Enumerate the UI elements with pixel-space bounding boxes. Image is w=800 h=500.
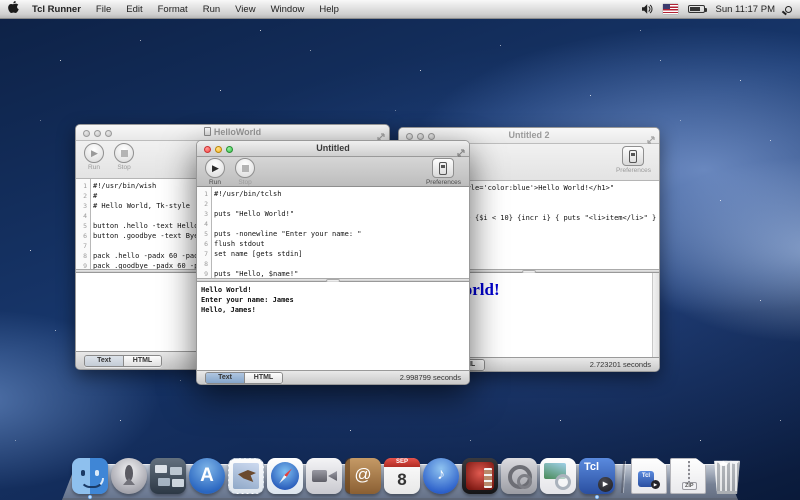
running-indicator (595, 495, 599, 499)
apple-logo-icon (8, 1, 19, 14)
menu-bar: Tcl Runner File Edit Format Run View Win… (0, 0, 800, 19)
safari-icon[interactable] (267, 458, 303, 494)
ical-icon[interactable]: SEP 8 (384, 458, 420, 494)
tab-html[interactable]: HTML (123, 356, 161, 366)
menu-item-format[interactable]: Format (158, 4, 188, 15)
zip-label: ZIP (682, 482, 697, 490)
tcl-runner-app-icon[interactable]: Tcl ▶ (579, 458, 615, 494)
output-line: Hello, James! (201, 305, 469, 315)
code-line: 8 (197, 259, 469, 269)
menu-item-edit[interactable]: Edit (126, 4, 142, 15)
window-title: Untitled (197, 143, 469, 153)
photo-booth-icon[interactable] (462, 458, 498, 494)
execution-time: 2.723201 seconds (590, 360, 651, 369)
code-line: 4 (197, 219, 469, 229)
scrollbar[interactable] (652, 273, 659, 357)
code-line: 9puts "Hello, $name!" (197, 269, 469, 278)
code-line: 5puts -nonewline "Enter your name: " (197, 229, 469, 239)
menu-item-file[interactable]: File (96, 4, 111, 15)
preferences-button[interactable]: Preferences (616, 146, 651, 174)
output-mode-segmented-control[interactable]: Text HTML (84, 355, 162, 367)
volume-icon[interactable] (642, 4, 653, 14)
play-badge-icon: ▶ (651, 480, 660, 489)
run-button[interactable]: ▶Run (84, 143, 104, 171)
document-proxy-icon (204, 127, 211, 136)
output-pane[interactable]: Hello World! Enter your name: James Hell… (197, 282, 469, 370)
stop-icon (242, 165, 249, 172)
play-badge-icon: ▶ (598, 477, 613, 492)
battery-icon[interactable] (688, 5, 705, 13)
spotlight-search-icon[interactable] (785, 6, 792, 13)
finder-icon[interactable] (72, 458, 108, 494)
window-untitled[interactable]: Untitled ▶Run Stop Preferences 1#!/usr/b… (196, 140, 470, 385)
tcl-document-icon[interactable]: Tcl ▶ (631, 458, 667, 494)
play-icon: ▶ (212, 164, 219, 173)
resize-icon[interactable] (647, 131, 655, 149)
menu-item-window[interactable]: Window (271, 4, 305, 15)
launchpad-icon[interactable] (111, 458, 147, 494)
menu-clock[interactable]: Sun 11:17 PM (715, 4, 775, 15)
input-language-flag-icon[interactable] (663, 4, 678, 14)
resize-icon[interactable] (457, 144, 465, 162)
preferences-icon (629, 150, 637, 163)
execution-time: 2.998799 seconds (400, 373, 461, 382)
code-line: 6flush stdout (197, 239, 469, 249)
code-line: 1#!/usr/bin/tclsh (197, 189, 469, 199)
dock-icons-row: A @ SEP 8 ♪ Tcl ▶ Tcl ▶ ZIP (72, 458, 745, 494)
zip-archive-icon[interactable]: ZIP (670, 458, 706, 494)
tcl-app-label: Tcl (584, 461, 599, 473)
menu-item-view[interactable]: View (235, 4, 255, 15)
mail-icon[interactable] (228, 458, 264, 494)
window-title: Untitled 2 (399, 130, 659, 140)
dock-separator (621, 461, 625, 493)
output-line: Hello World! (201, 285, 469, 295)
titlebar[interactable]: Untitled (197, 141, 469, 157)
stop-button[interactable]: Stop (235, 158, 255, 186)
ical-month-label: SEP (384, 458, 420, 467)
stop-icon (121, 150, 128, 157)
bottom-bar: Text HTML 2.998799 seconds (197, 370, 469, 384)
code-line: 2 (197, 199, 469, 209)
preferences-button[interactable]: Preferences (426, 158, 461, 186)
running-indicator (88, 495, 92, 499)
address-book-icon[interactable]: @ (345, 458, 381, 494)
tab-text[interactable]: Text (206, 373, 244, 383)
itunes-icon[interactable]: ♪ (423, 458, 459, 494)
play-icon: ▶ (91, 149, 98, 158)
system-preferences-icon[interactable] (501, 458, 537, 494)
trash-icon[interactable] (709, 458, 745, 494)
app-store-icon[interactable]: A (189, 458, 225, 494)
run-button[interactable]: ▶Run (205, 158, 225, 186)
code-editor[interactable]: 1#!/usr/bin/tclsh 2 3puts "Hello World!"… (197, 187, 469, 278)
menu-item-app[interactable]: Tcl Runner (32, 4, 81, 15)
output-mode-segmented-control[interactable]: Text HTML (205, 372, 283, 384)
facetime-icon[interactable] (306, 458, 342, 494)
preview-icon[interactable] (540, 458, 576, 494)
stop-button[interactable]: Stop (114, 143, 134, 171)
tab-text[interactable]: Text (85, 356, 123, 366)
code-line: 7set name [gets stdin] (197, 249, 469, 259)
mission-control-icon[interactable] (150, 458, 186, 494)
tab-html[interactable]: HTML (244, 373, 282, 383)
menu-item-help[interactable]: Help (319, 4, 339, 15)
toolbar: ▶Run Stop Preferences (197, 157, 469, 187)
dock: A @ SEP 8 ♪ Tcl ▶ Tcl ▶ ZIP (0, 452, 800, 500)
preferences-icon (439, 162, 447, 175)
window-title: HelloWorld (76, 127, 389, 137)
ical-day-label: 8 (384, 467, 420, 492)
code-line: 3puts "Hello World!" (197, 209, 469, 219)
output-line: Enter your name: James (201, 295, 469, 305)
titlebar[interactable]: HelloWorld (76, 125, 389, 141)
apple-menu-icon[interactable] (8, 1, 19, 17)
menu-item-run[interactable]: Run (203, 4, 220, 15)
